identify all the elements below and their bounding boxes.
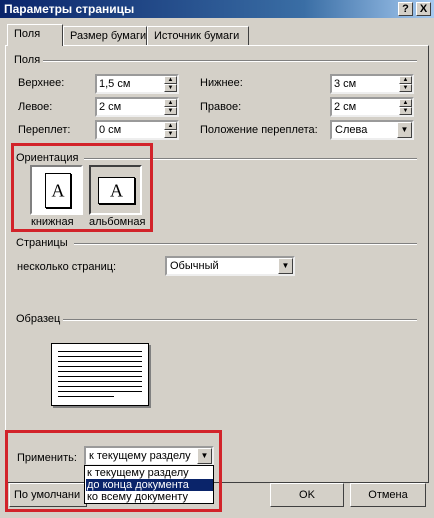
chevron-down-icon[interactable]: ▼ (278, 258, 293, 274)
tab-paper-size-label: Размер бумаги (70, 30, 147, 42)
spin-down-icon[interactable]: ▼ (164, 84, 177, 92)
right-margin-value: 2 см (334, 101, 357, 113)
multiple-pages-value: Обычный (170, 260, 219, 272)
preview-group-label: Образец (16, 313, 64, 325)
gutter-value: 0 см (99, 124, 122, 136)
spin-up-icon[interactable]: ▲ (399, 76, 412, 84)
cancel-button-label: Отмена (368, 489, 408, 501)
close-button[interactable]: X (416, 2, 431, 16)
left-margin-label: Левое: (18, 101, 53, 113)
multiple-pages-select[interactable]: Обычный ▼ (165, 256, 295, 276)
gutter-position-value: Слева (335, 124, 368, 136)
spin-up-icon[interactable]: ▲ (164, 122, 177, 130)
margins-group-line (42, 60, 417, 62)
bottom-margin-spinner[interactable]: 3 см ▲ ▼ (330, 74, 414, 94)
cancel-button[interactable]: Отмена (350, 483, 426, 507)
tab-margins-label: Поля (14, 28, 41, 40)
orientation-highlight-box (11, 143, 153, 232)
preview-page (51, 343, 149, 406)
title-bar[interactable]: Параметры страницы ? X (0, 0, 434, 18)
spin-down-icon[interactable]: ▼ (164, 107, 177, 115)
tab-paper-source-label: Источник бумаги (154, 30, 240, 42)
spin-up-icon[interactable]: ▲ (399, 99, 412, 107)
help-button[interactable]: ? (398, 2, 413, 16)
top-margin-label: Верхнее: (18, 77, 65, 89)
gutter-spinner[interactable]: 0 см ▲ ▼ (95, 120, 179, 140)
apply-to-dropdown-list[interactable]: к текущему разделу до конца документа ко… (84, 465, 214, 504)
apply-option-whole-document[interactable]: ко всему документу (86, 491, 213, 503)
tab-margins[interactable]: Поля (7, 24, 63, 46)
tab-paper-size[interactable]: Размер бумаги (63, 26, 147, 46)
pages-group-line (74, 243, 417, 245)
margins-group-label: Поля (14, 54, 44, 66)
top-margin-value: 1,5 см (99, 78, 131, 90)
spin-up-icon[interactable]: ▲ (164, 99, 177, 107)
window-title: Параметры страницы (4, 2, 135, 16)
bottom-margin-label: Нижнее: (200, 77, 243, 89)
apply-option-current-section[interactable]: к текущему разделу (86, 467, 213, 479)
spin-down-icon[interactable]: ▼ (399, 84, 412, 92)
left-margin-spinner[interactable]: 2 см ▲ ▼ (95, 97, 179, 117)
gutter-position-select[interactable]: Слева ▼ (330, 120, 414, 140)
right-margin-spinner[interactable]: 2 см ▲ ▼ (330, 97, 414, 117)
spin-up-icon[interactable]: ▲ (164, 76, 177, 84)
tab-paper-source[interactable]: Источник бумаги (147, 26, 249, 46)
ok-button-label: OK (299, 489, 315, 501)
gutter-label: Переплет: (18, 124, 71, 136)
multiple-pages-label: несколько страниц: (17, 261, 117, 273)
preview-group-line (63, 319, 417, 321)
apply-option-to-end[interactable]: до конца документа (86, 479, 213, 491)
pages-group-label: Страницы (16, 237, 71, 249)
ok-button[interactable]: OK (270, 483, 344, 507)
left-margin-value: 2 см (99, 101, 122, 113)
chevron-down-icon[interactable]: ▼ (397, 122, 412, 138)
gutter-position-label: Положение переплета: (200, 124, 318, 136)
right-margin-label: Правое: (200, 101, 242, 113)
spin-down-icon[interactable]: ▼ (164, 130, 177, 138)
spin-down-icon[interactable]: ▼ (399, 107, 412, 115)
bottom-margin-value: 3 см (334, 78, 357, 90)
top-margin-spinner[interactable]: 1,5 см ▲ ▼ (95, 74, 179, 94)
